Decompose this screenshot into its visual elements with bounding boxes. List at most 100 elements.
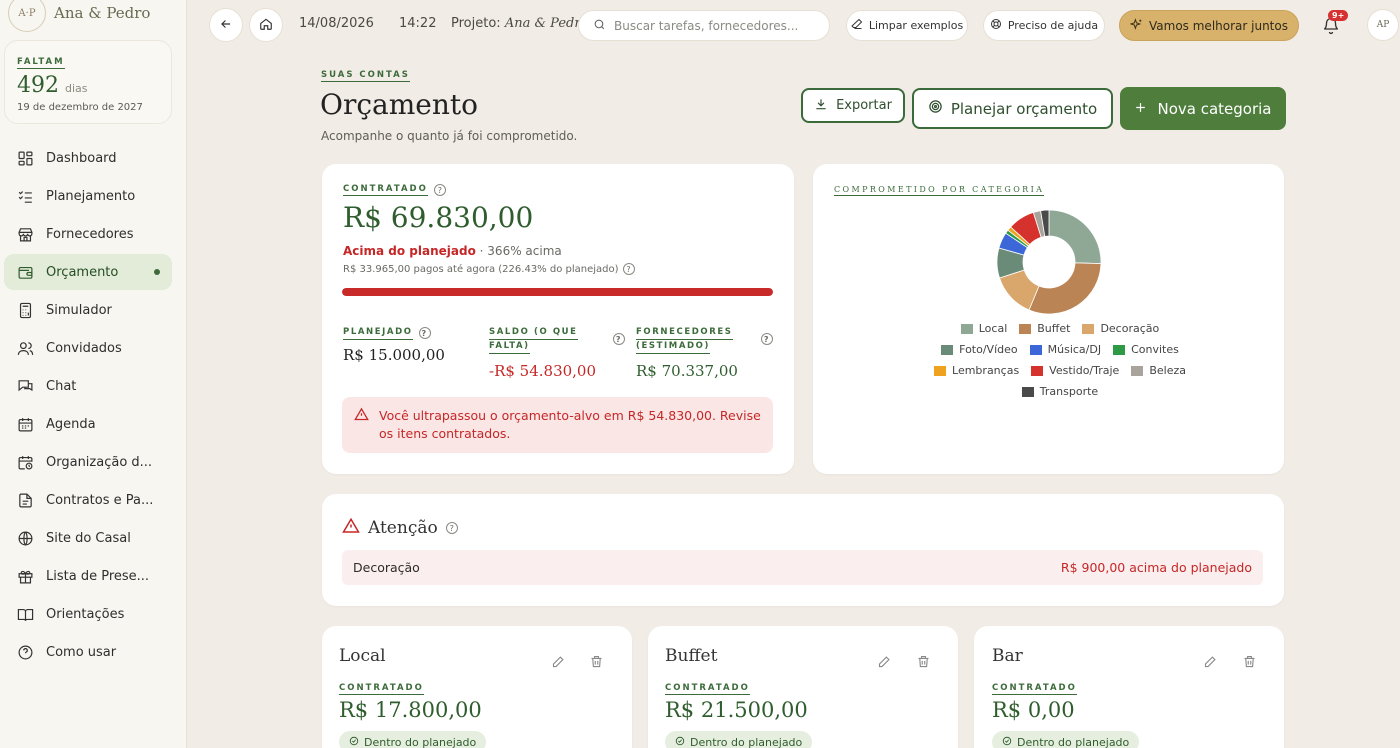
- balance-value: -R$ 54.830,00: [489, 362, 597, 380]
- legend-item[interactable]: Lembranças: [934, 364, 1019, 377]
- need-help-button[interactable]: Preciso de ajuda: [983, 10, 1105, 41]
- sidebar-item-orcamento[interactable]: Orçamento: [4, 254, 172, 290]
- help-icon[interactable]: ?: [761, 333, 773, 345]
- dashboard-icon: [16, 149, 34, 167]
- sidebar-item-label: Orientações: [46, 606, 125, 622]
- sidebar-item-planejamento[interactable]: Planejamento: [4, 178, 172, 214]
- category-amount: R$ 21.500,00: [665, 698, 808, 722]
- help-icon[interactable]: ?: [613, 333, 625, 345]
- sidebar-item-como-usar[interactable]: Como usar: [4, 634, 172, 670]
- home-button[interactable]: [249, 8, 283, 42]
- sidebar: A·P Ana & Pedro FALTAM 492 dias 19 de de…: [0, 0, 187, 748]
- chart-title: COMPROMETIDO POR CATEGORIA: [834, 185, 1045, 196]
- book-icon: [16, 605, 34, 623]
- contracted-header: CONTRATADO ?: [343, 184, 446, 196]
- sparkles-icon: [1129, 17, 1143, 34]
- category-contracted-label: CONTRATADO: [665, 683, 750, 695]
- attention-amount: R$ 900,00 acima do planejado: [1060, 560, 1252, 575]
- status-badge: Dentro do planejado: [665, 731, 813, 748]
- legend-item[interactable]: Buffet: [1019, 322, 1070, 335]
- sidebar-item-dashboard[interactable]: Dashboard: [4, 140, 172, 176]
- legend-item[interactable]: Transporte: [1021, 385, 1099, 398]
- download-icon: [814, 97, 828, 115]
- sidebar-item-organizacao[interactable]: Organização d...: [4, 444, 172, 480]
- check-circle-icon: [675, 736, 685, 748]
- page-kicker: SUAS CONTAS: [321, 70, 410, 82]
- category-contracted-label: CONTRATADO: [992, 683, 1077, 695]
- category-amount: R$ 0,00: [992, 698, 1075, 722]
- legend-item[interactable]: Decoração: [1082, 322, 1159, 335]
- eraser-icon: [851, 18, 863, 33]
- legend-label: Decoração: [1100, 322, 1160, 335]
- help-icon[interactable]: ?: [433, 184, 446, 196]
- export-button[interactable]: Exportar: [801, 88, 905, 123]
- sidebar-item-agenda[interactable]: Agenda: [4, 406, 172, 442]
- legend-item[interactable]: Local: [960, 322, 1008, 335]
- brand[interactable]: A·P Ana & Pedro: [8, 0, 150, 32]
- legend-label: Lembranças: [952, 364, 1020, 377]
- sidebar-item-chat[interactable]: Chat: [4, 368, 172, 404]
- sidebar-item-fornecedores[interactable]: Fornecedores: [4, 216, 172, 252]
- new-category-label: Nova categoria: [1157, 99, 1272, 118]
- plan-budget-button[interactable]: Planejar orçamento: [912, 88, 1113, 129]
- legend-item[interactable]: Beleza: [1131, 364, 1186, 377]
- legend-label: Local: [978, 322, 1008, 335]
- document-icon: [16, 491, 34, 509]
- sidebar-item-orientacoes[interactable]: Orientações: [4, 596, 172, 632]
- legend-label: Beleza: [1149, 364, 1186, 377]
- sidebar-item-label: Organização d...: [46, 454, 153, 470]
- suppliers-label-line2: (ESTIMADO): [636, 340, 710, 354]
- help-icon[interactable]: ?: [418, 327, 431, 339]
- paid-note-text: R$ 33.965,00 pagos até agora (226.43% do…: [343, 263, 619, 275]
- back-button[interactable]: [209, 8, 243, 42]
- target-icon: [928, 99, 943, 118]
- trash-icon[interactable]: [914, 652, 932, 670]
- wedding-date: 19 de dezembro de 2027: [17, 102, 143, 113]
- sidebar-item-convidados[interactable]: Convidados: [4, 330, 172, 366]
- trash-icon[interactable]: [1240, 652, 1258, 670]
- sidebar-item-label: Fornecedores: [46, 226, 134, 242]
- edit-icon[interactable]: [875, 652, 893, 670]
- need-help-label: Preciso de ajuda: [1007, 19, 1099, 32]
- help-icon[interactable]: ?: [622, 263, 635, 275]
- sidebar-item-label: Agenda: [46, 416, 96, 432]
- sidebar-item-label: Orçamento: [46, 264, 119, 280]
- paid-note: R$ 33.965,00 pagos até agora (226.43% do…: [343, 263, 635, 275]
- donut-slice-buffet[interactable]: [1028, 262, 1102, 315]
- wallet-icon: [16, 263, 34, 281]
- legend-label: Convites: [1131, 343, 1179, 356]
- suppliers-value: R$ 70.337,00: [636, 362, 738, 380]
- legend-item[interactable]: Música/DJ: [1029, 343, 1101, 356]
- legend-item[interactable]: Vestido/Traje: [1031, 364, 1119, 377]
- edit-icon[interactable]: [549, 652, 567, 670]
- globe-icon: [16, 529, 34, 547]
- suppliers-label-line1: FORNECEDORES: [636, 326, 733, 340]
- avatar[interactable]: AP: [1367, 9, 1399, 41]
- donut-slice-local[interactable]: [1048, 209, 1102, 265]
- sidebar-item-contratos[interactable]: Contratos e Pa...: [4, 482, 172, 518]
- legend-label: Foto/Vídeo: [959, 343, 1018, 356]
- legend-item[interactable]: Convites: [1113, 343, 1179, 356]
- search-input[interactable]: [614, 18, 814, 33]
- category-title: Bar: [992, 646, 1023, 666]
- sidebar-item-lista-de-presentes[interactable]: Lista de Prese...: [4, 558, 172, 594]
- current-date: 14/08/2026: [299, 16, 374, 31]
- clear-examples-button[interactable]: Limpar exemplos: [846, 10, 968, 41]
- page-title: Orçamento: [320, 88, 478, 121]
- feedback-button[interactable]: Vamos melhorar juntos: [1119, 10, 1299, 41]
- sidebar-item-label: Convidados: [46, 340, 122, 356]
- new-category-button[interactable]: Nova categoria: [1120, 87, 1286, 130]
- category-donut-chart: [996, 209, 1102, 315]
- attention-title: Atenção: [368, 518, 438, 538]
- legend-label: Transporte: [1039, 385, 1099, 398]
- trash-icon[interactable]: [587, 652, 605, 670]
- help-icon[interactable]: ?: [445, 522, 458, 534]
- calendar-icon: [16, 415, 34, 433]
- attention-row[interactable]: Decoração R$ 900,00 acima do planejado: [342, 550, 1263, 585]
- edit-icon[interactable]: [1201, 652, 1219, 670]
- sidebar-item-label: Planejamento: [46, 188, 136, 204]
- legend-item[interactable]: Foto/Vídeo: [941, 343, 1018, 356]
- sidebar-item-site-do-casal[interactable]: Site do Casal: [4, 520, 172, 556]
- sidebar-item-simulador[interactable]: Simulador: [4, 292, 172, 328]
- status-text: Dentro do planejado: [1017, 735, 1130, 748]
